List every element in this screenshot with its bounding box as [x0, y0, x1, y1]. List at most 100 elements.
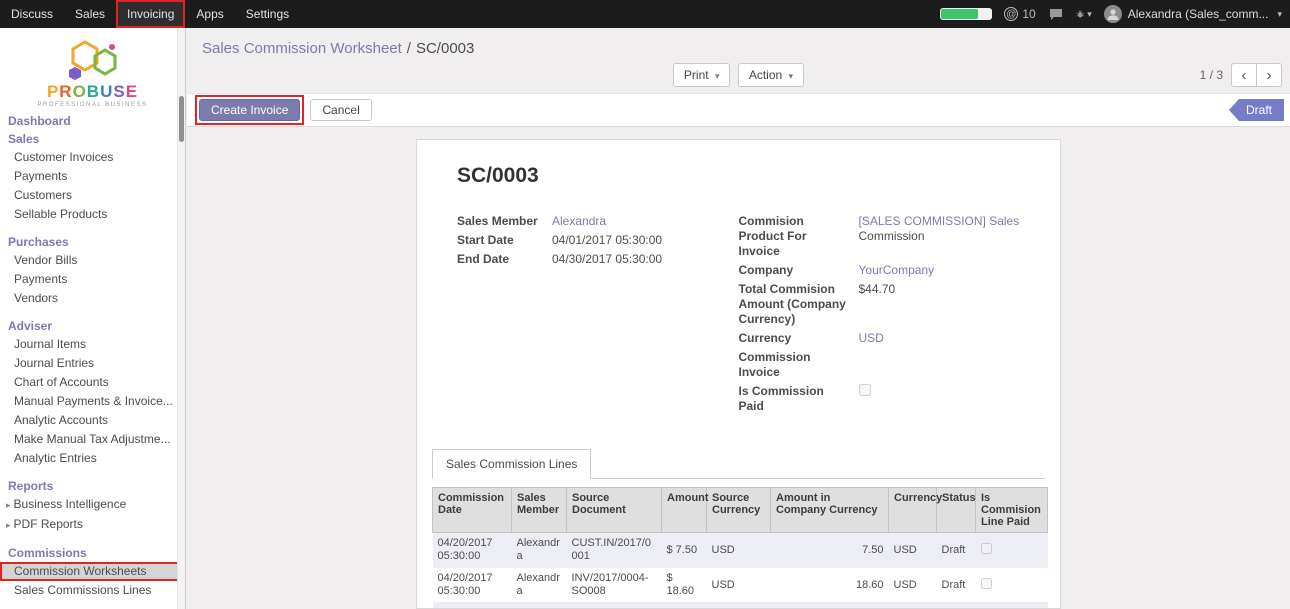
commission-product-value: [SALES COMMISSION] Sales Commission: [859, 214, 1021, 259]
col-sales-member[interactable]: Sales Member: [512, 488, 567, 533]
line-paid-checkbox: [981, 543, 992, 554]
sidebar-section-adviser[interactable]: Adviser: [0, 317, 185, 335]
mention-count: 10: [1022, 7, 1035, 21]
company-value[interactable]: YourCompany: [859, 263, 1021, 278]
col-status[interactable]: Status: [937, 488, 976, 533]
sidebar-item-manual-payments-invoice[interactable]: Manual Payments & Invoice...: [0, 392, 185, 411]
sidebar-item-customers[interactable]: Customers: [0, 186, 185, 205]
field-groups: Sales Member Alexandra Start Date 04/01/…: [432, 214, 1045, 418]
avatar: [1104, 5, 1122, 23]
user-name: Alexandra (Sales_comm...: [1128, 7, 1269, 21]
commission-invoice-label: Commission Invoice: [739, 350, 859, 380]
end-date-value: 04/30/2017 05:30:00: [552, 252, 739, 267]
col-currency[interactable]: Currency: [889, 488, 937, 533]
sidebar-item-vendors[interactable]: Vendors: [0, 289, 185, 308]
sidebar-section-reports[interactable]: Reports: [0, 477, 185, 495]
expand-icon: ▸: [6, 520, 11, 530]
col-is-commission-line-paid[interactable]: Is Commision Line Paid: [976, 488, 1048, 533]
sidebar-section-purchases[interactable]: Purchases: [0, 233, 185, 251]
cell-member: Alexandra: [512, 533, 567, 568]
sidebar-item-analytic-accounts[interactable]: Analytic Accounts: [0, 411, 185, 430]
print-button[interactable]: Print ▾: [673, 63, 731, 87]
sales-member-value[interactable]: Alexandra: [552, 214, 739, 229]
sidebar-item-analytic-entries[interactable]: Analytic Entries: [0, 449, 185, 468]
pager-next-button[interactable]: ›: [1256, 63, 1282, 87]
breadcrumb-separator: /: [407, 40, 411, 57]
cell-currency: USD: [889, 568, 937, 603]
user-menu[interactable]: Alexandra (Sales_comm... ▾: [1104, 5, 1282, 23]
topbar-menu-sales[interactable]: Sales: [64, 0, 116, 28]
pager-previous-button[interactable]: ‹: [1231, 63, 1257, 87]
breadcrumb-current: SC/0003: [416, 40, 474, 57]
sidebar-item-journal-items[interactable]: Journal Items: [0, 335, 185, 354]
cell-currency: USD: [889, 533, 937, 568]
sidebar-item-pdf-reports[interactable]: ▸PDF Reports: [0, 515, 185, 535]
commission-product-link[interactable]: [SALES COMMISSION] Sales: [859, 214, 1020, 228]
line-paid-checkbox: [981, 578, 992, 589]
topbar-menu-apps[interactable]: Apps: [185, 0, 234, 28]
sidebar-item-label: PDF Reports: [14, 517, 83, 531]
sidebar-item-chart-of-accounts[interactable]: Chart of Accounts: [0, 373, 185, 392]
battery-fill: [941, 9, 977, 19]
table-row[interactable]: 04/20/2017 05:30:00 Alexandra CUST.IN/20…: [433, 533, 1048, 568]
sidebar-section-dashboard[interactable]: Dashboard: [0, 112, 185, 130]
sidebar-item-customer-invoices[interactable]: Customer Invoices: [0, 148, 185, 167]
cell-member: Alexandra: [512, 568, 567, 603]
scrollbar-thumb[interactable]: [179, 96, 184, 142]
tab-sales-commission-lines[interactable]: Sales Commission Lines: [432, 449, 591, 479]
sidebar-scrollbar[interactable]: [177, 28, 185, 609]
cell-amount-company: 18.60: [771, 568, 889, 603]
debug-icon[interactable]: ▾: [1076, 6, 1092, 22]
cancel-button[interactable]: Cancel: [310, 99, 371, 121]
logo-title: PROBUSE: [0, 83, 185, 101]
col-source-document[interactable]: Source Document: [567, 488, 662, 533]
mention-counter[interactable]: @ 10: [1004, 7, 1035, 21]
sidebar-item-make-manual-tax-adjustment[interactable]: Make Manual Tax Adjustme...: [0, 430, 185, 449]
col-amount[interactable]: Amount: [662, 488, 707, 533]
sidebar: PROBUSE PROFESSIONAL BUSINESS Dashboard …: [0, 28, 186, 609]
sidebar-item-payments[interactable]: Payments: [0, 167, 185, 186]
sidebar-item-journal-entries[interactable]: Journal Entries: [0, 354, 185, 373]
sidebar-section-sales[interactable]: Sales: [0, 130, 185, 148]
chevron-down-icon: ▾: [1087, 9, 1092, 20]
table-row[interactable]: 04/20/2017 10:35:53 Alexandra SO008 $ 18…: [433, 603, 1048, 609]
main-content: Sales Commission Worksheet / SC/0003 Print…: [187, 28, 1290, 609]
topbar-right: @ 10 ▾ Alexandra (Sales_comm... ▾: [940, 0, 1290, 28]
commission-product-rest: Commission: [859, 229, 1021, 244]
logo-hexagons-icon: [61, 36, 125, 80]
col-amount-company-currency[interactable]: Amount in Company Currency: [771, 488, 889, 533]
action-button[interactable]: Action ▾: [738, 63, 804, 87]
topbar-menu-settings[interactable]: Settings: [235, 0, 300, 28]
cell-date: 04/20/2017 10:35:53: [433, 603, 512, 609]
sidebar-section-commissions[interactable]: Commissions: [0, 544, 185, 562]
cell-member: Alexandra: [512, 603, 567, 609]
create-invoice-button[interactable]: Create Invoice: [199, 99, 300, 121]
cell-date: 04/20/2017 05:30:00: [433, 568, 512, 603]
chevron-down-icon: ▾: [1277, 9, 1282, 20]
sidebar-item-sellable-products[interactable]: Sellable Products: [0, 205, 185, 224]
annotation-box: Create Invoice: [195, 95, 304, 125]
topbar-menu-discuss[interactable]: Discuss: [0, 0, 64, 28]
company-label: Company: [739, 263, 859, 278]
topbar-menu-invoicing[interactable]: Invoicing: [116, 0, 185, 28]
currency-value[interactable]: USD: [859, 331, 1021, 346]
table-row[interactable]: 04/20/2017 05:30:00 Alexandra INV/2017/0…: [433, 568, 1048, 603]
pager-counter: 1 / 3: [1200, 68, 1223, 82]
cell-paid: [976, 568, 1048, 603]
commission-lines-table: Commission Date Sales Member Source Docu…: [432, 487, 1048, 609]
commission-invoice-value: [859, 350, 1021, 380]
chat-icon[interactable]: [1048, 6, 1064, 22]
expand-icon: ▸: [6, 500, 11, 510]
col-source-currency[interactable]: Source Currency: [707, 488, 771, 533]
sidebar-item-vendor-bills[interactable]: Vendor Bills: [0, 251, 185, 270]
breadcrumb-parent[interactable]: Sales Commission Worksheet: [202, 40, 402, 57]
sidebar-item-payments-purchases[interactable]: Payments: [0, 270, 185, 289]
cell-paid: [976, 603, 1048, 609]
topbar-menus: Discuss Sales Invoicing Apps Settings: [0, 0, 300, 28]
sidebar-item-sales-commissions-lines[interactable]: Sales Commissions Lines: [0, 581, 185, 600]
form-sheet: SC/0003 Sales Member Alexandra Start Dat…: [416, 139, 1061, 609]
sidebar-item-business-intelligence[interactable]: ▸Business Intelligence: [0, 495, 185, 515]
sales-member-label: Sales Member: [457, 214, 552, 229]
col-commission-date[interactable]: Commission Date: [433, 488, 512, 533]
sidebar-item-commission-worksheets[interactable]: Commission Worksheets: [0, 562, 185, 581]
